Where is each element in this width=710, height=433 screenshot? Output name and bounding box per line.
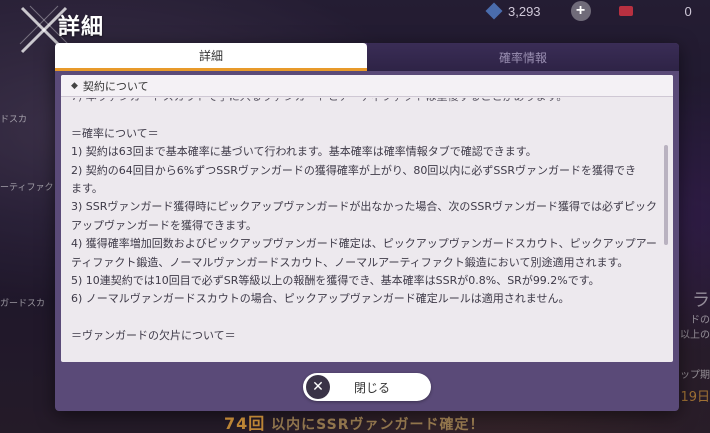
add-currency-icon[interactable]: + bbox=[570, 1, 591, 21]
close-button[interactable]: ✕ 閉じる bbox=[303, 373, 431, 401]
text-line: アップヴァンガードを獲得できます。 bbox=[71, 218, 257, 232]
banner-text: 以内にSSRヴァンガード確定！ bbox=[271, 417, 485, 433]
text-line: 5) 10連契約では10回目で必ずSR等級以上の報酬を獲得でき、基本確率はSSR… bbox=[71, 274, 600, 288]
tab-probability[interactable]: 確率情報 bbox=[367, 43, 679, 71]
background-label: ーティファクト bbox=[0, 183, 63, 193]
currency-bar: 3,293 + 0 bbox=[485, 0, 710, 22]
modal-footer: ✕ 閉じる bbox=[55, 367, 679, 407]
gem-icon bbox=[485, 2, 503, 20]
details-modal: 詳細 確率情報 ◆ 契約について 7) 本ヴァンガードスカウトで手に入るヴァンガ… bbox=[55, 43, 679, 411]
scrollbar[interactable] bbox=[664, 145, 668, 245]
tab-bar: 詳細 確率情報 bbox=[55, 43, 679, 71]
text-line: ティファクト鍛造、ノーマルヴァンガードスカウト、ノーマルアーティファクト鍛造にお… bbox=[71, 255, 629, 269]
background-label: ラ bbox=[692, 290, 710, 311]
close-icon: ✕ bbox=[306, 375, 330, 399]
details-panel: ◆ 契約について 7) 本ヴァンガードスカウトで手に入るヴァンガードとアーティフ… bbox=[61, 75, 673, 362]
page-title: 詳細 bbox=[58, 15, 105, 40]
text-line: 6) ノーマルヴァンガードスカウトの場合、ピックアップヴァンガード確定ルールは適… bbox=[71, 292, 570, 306]
background-label: 19日 bbox=[680, 390, 710, 405]
background-label: ガードスカ bbox=[0, 299, 46, 309]
currency-amount: 3,293 bbox=[508, 3, 541, 19]
background-label: ドの bbox=[690, 315, 710, 326]
text-line: 1) 契約は63回まで基本確率に基づいて行われます。基本確率は確率情報タブで確認… bbox=[71, 145, 537, 159]
text-line: 3) SSRヴァンガード獲得時にピックアップヴァンガードが出なかった場合、次のS… bbox=[71, 200, 657, 214]
promo-banner: 74回 以内にSSRヴァンガード確定！ bbox=[224, 410, 484, 433]
fragment-heading: ＝ヴァンガードの欠片について＝ bbox=[71, 329, 236, 343]
rate-heading: ＝確率について＝ bbox=[71, 126, 159, 140]
text-line: ます。 bbox=[71, 182, 103, 196]
ticket-icon bbox=[618, 6, 633, 16]
text-line: 4) 獲得確率増加回数およびピックアップヴァンガード確定は、ピックアップヴァンガ… bbox=[71, 237, 657, 251]
background-label: ドスカ bbox=[0, 115, 28, 125]
text-line: 2) 契約の64回目から6%ずつSSRヴァンガードの獲得確率が上がり、80回以内… bbox=[71, 163, 637, 177]
background-label: 以上の bbox=[680, 330, 710, 341]
section-title: 契約について bbox=[82, 79, 149, 93]
diamond-icon: ◆ bbox=[71, 80, 78, 91]
currency-amount-2: 0 bbox=[684, 3, 692, 19]
tab-details[interactable]: 詳細 bbox=[55, 43, 367, 71]
text-line: 7) 本ヴァンガードスカウトで手に入るヴァンガードとアーティファクトは重複するこ… bbox=[71, 98, 655, 106]
scroll-content[interactable]: 7) 本ヴァンガードスカウトで手に入るヴァンガードとアーティファクトは重複するこ… bbox=[61, 98, 663, 362]
page-header: 詳細 bbox=[19, 5, 105, 54]
banner-number: 74回 bbox=[224, 414, 266, 433]
background-label: ップ期 bbox=[680, 370, 710, 381]
section-header: ◆ 契約について bbox=[61, 75, 673, 97]
